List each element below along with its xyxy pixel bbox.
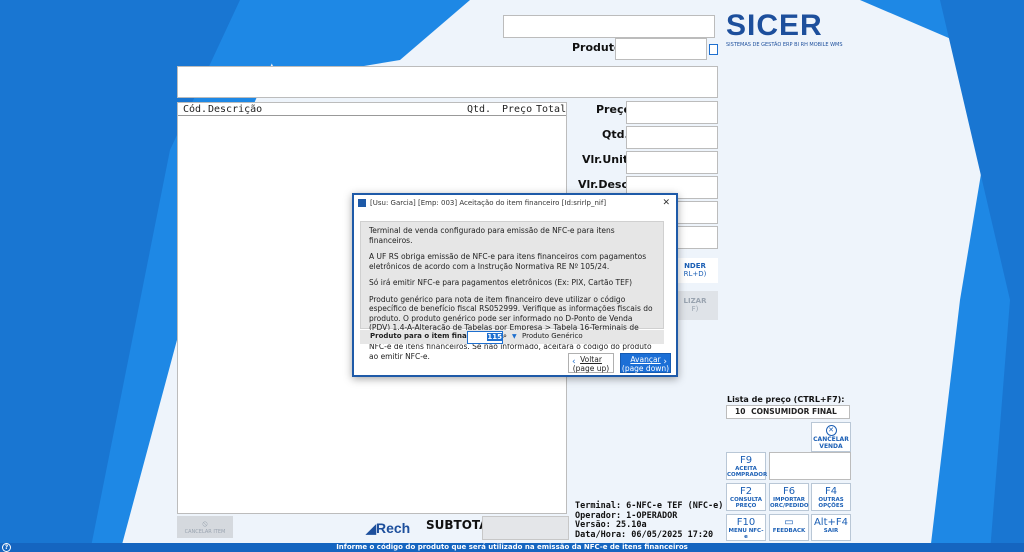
msg-generic-product: Produto genérico para nota de item finan…: [369, 294, 653, 361]
feedback-icon: ▭: [784, 517, 794, 528]
status-bar: ? Informe o código do produto que será u…: [0, 543, 1024, 552]
financial-item-input[interactable]: 115: [467, 331, 503, 344]
price-input[interactable]: [626, 101, 718, 124]
sicer-logo: SICER SISTEMAS DE GESTÃO ERP BI RH MOBIL…: [726, 9, 843, 49]
back-button[interactable]: ‹ Voltar (page up): [568, 353, 614, 373]
other-options-button[interactable]: F4 OUTRAS OPÇÕES: [811, 483, 851, 511]
exit-button[interactable]: Alt+F4 SAIR: [811, 514, 851, 541]
col-qty: Qtd.: [467, 104, 492, 115]
msg-config: Terminal de venda configurado para emiss…: [369, 226, 615, 245]
terminal-info: Terminal: 6-NFC-e TEF (NFC-e) Operador: …: [575, 501, 725, 540]
nfce-menu-button[interactable]: F10 MENU NFC-e: [726, 514, 766, 541]
dialog-title: [Usu: Garcia] [Emp: 003] Aceitação do it…: [370, 199, 607, 207]
datetime-line: Data/Hora: 06/05/2025 17:20: [575, 529, 714, 540]
financial-item-row: Produto para o item financeiro 115 ⌕ ▼ P…: [360, 330, 664, 344]
next-button[interactable]: Avançar (page down) ›: [620, 353, 671, 373]
unit-value-input[interactable]: [626, 151, 718, 174]
qty-input[interactable]: [626, 126, 718, 149]
col-total: Total: [536, 104, 567, 115]
product-lookup-icon[interactable]: [709, 44, 718, 55]
col-price: Preço: [502, 104, 533, 115]
qty-label: Qtd.: [602, 128, 629, 141]
price-list-name: CONSUMIDOR FINAL: [751, 407, 837, 416]
dialog-titlebar: [Usu: Garcia] [Emp: 003] Aceitação do it…: [354, 195, 676, 213]
top-search-field[interactable]: [503, 15, 715, 38]
next-chevron-icon: ›: [663, 357, 667, 367]
buyer-display: [769, 452, 851, 480]
price-list-field[interactable]: 10 CONSUMIDOR FINAL: [726, 405, 850, 419]
dropdown-icon[interactable]: ▼: [512, 330, 517, 343]
cancel-icon: ✕: [825, 425, 837, 436]
sell-button[interactable]: NDER RL+D): [672, 258, 718, 283]
price-list-label: Lista de preço (CTRL+F7):: [727, 395, 845, 404]
grid-header: Cód. Descrição Qtd. Preço Total: [178, 103, 566, 116]
financial-item-dialog: [Usu: Garcia] [Emp: 003] Aceitação do it…: [352, 193, 678, 377]
feedback-button[interactable]: ▭ FEEDBACK: [769, 514, 809, 541]
subtotal-value: [482, 516, 569, 540]
price-list-code: 10: [735, 407, 746, 416]
search-icon[interactable]: ⌕: [503, 330, 507, 343]
cancel-sale-button[interactable]: ✕ CANCELAR VENDA: [811, 422, 851, 452]
import-order-button[interactable]: F6 IMPORTAR ORC/PEDIDO: [769, 483, 809, 511]
check-price-button[interactable]: F2 CONSULTA PREÇO: [726, 483, 766, 511]
product-generic-name: Produto Genérico: [522, 332, 583, 340]
info-icon: ?: [2, 543, 11, 552]
col-code: Cód.: [183, 104, 208, 115]
app-icon: [358, 199, 366, 207]
close-icon[interactable]: ✕: [662, 198, 670, 208]
rech-logo: ◢Rech: [366, 520, 411, 536]
product-input[interactable]: [615, 38, 707, 60]
col-description: Descrição: [208, 104, 263, 115]
msg-electronic: Só irá emitir NFC-e para pagamentos elet…: [369, 278, 633, 287]
finalize-button[interactable]: LIZAR F): [672, 291, 718, 320]
product-description-bar: [177, 66, 718, 98]
dialog-message-box: Terminal de venda configurado para emiss…: [360, 221, 664, 361]
accept-buyer-button[interactable]: F9 ACEITA COMPRADOR: [726, 452, 767, 480]
back-chevron-icon: ‹: [572, 357, 576, 367]
discount-label: Vlr.Desc.: [578, 178, 633, 191]
msg-uf-rs: A UF RS obriga emissão de NFC-e para ite…: [369, 252, 647, 271]
cancel-item-button[interactable]: ⦸ CANCELAR ITEM: [177, 516, 233, 538]
unit-value-label: Vlr.Unit.: [582, 153, 633, 166]
